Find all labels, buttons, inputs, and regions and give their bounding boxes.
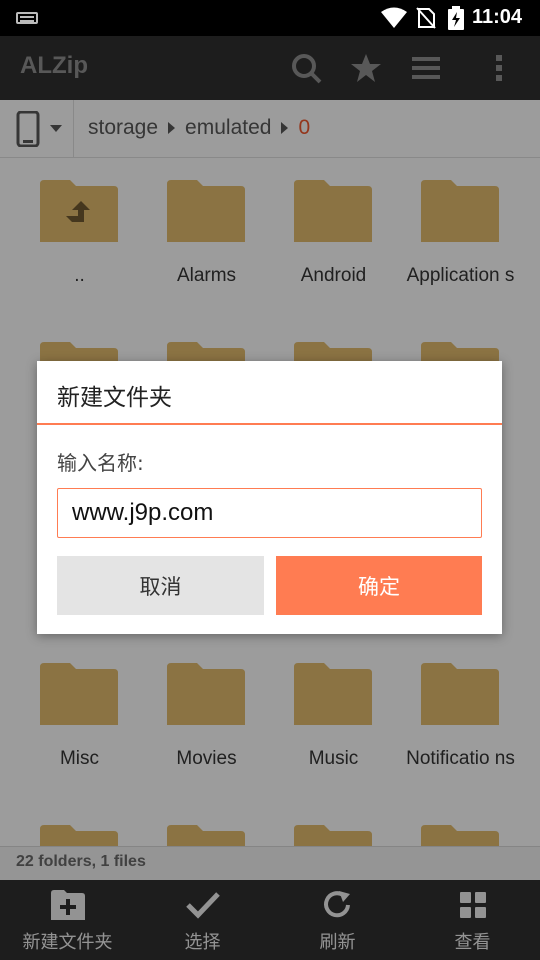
wifi-icon (381, 7, 407, 28)
dialog-divider (37, 423, 502, 425)
cancel-button[interactable]: 取消 (57, 556, 264, 615)
battery-charging-icon (448, 6, 464, 30)
status-bar: 11:04 (0, 0, 540, 36)
clock: 11:04 (472, 6, 523, 28)
confirm-button[interactable]: 确定 (276, 556, 482, 615)
keyboard-icon (16, 12, 38, 24)
new-folder-dialog: 新建文件夹 输入名称: 取消 确定 (37, 361, 502, 634)
folder-name-input[interactable] (57, 488, 482, 538)
dialog-title: 新建文件夹 (57, 385, 172, 411)
name-prompt-label: 输入名称: (57, 451, 144, 475)
no-sim-icon (416, 7, 436, 29)
